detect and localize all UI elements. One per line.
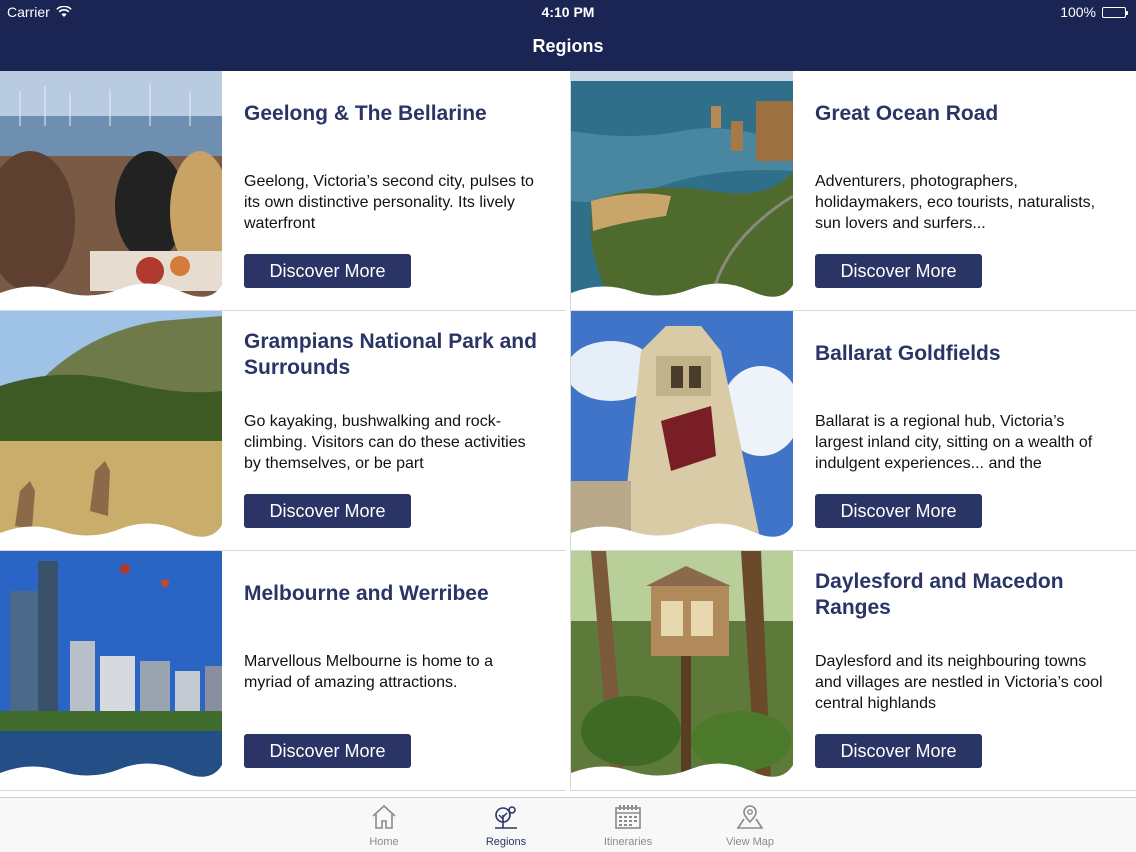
region-card-melbourne: Melbourne and Werribee Marvellous Melbou… xyxy=(0,551,566,791)
region-photo-ballarat xyxy=(571,311,793,543)
region-photo-geelong xyxy=(0,71,222,303)
map-pin-icon xyxy=(736,805,764,829)
region-photo-daylesford xyxy=(571,551,793,783)
battery-icon xyxy=(1102,6,1128,18)
battery-indicator: 100% xyxy=(1060,4,1128,20)
discover-more-button[interactable]: Discover More xyxy=(815,254,982,288)
region-description: Ballarat is a regional hub, Victoria’s l… xyxy=(815,413,1093,472)
region-description: Go kayaking, bushwalking and rock-climbi… xyxy=(244,413,526,472)
region-description: Geelong, Victoria’s second city, pulses … xyxy=(244,173,534,232)
region-photo-grampians xyxy=(0,311,222,543)
battery-percent: 100% xyxy=(1060,4,1096,20)
tab-bar: Home Regions Itineraries View Map xyxy=(0,797,1136,852)
discover-more-button[interactable]: Discover More xyxy=(244,494,411,528)
tab-label: Itineraries xyxy=(603,836,653,848)
region-description: Adventurers, photographers, holidaymaker… xyxy=(815,173,1096,232)
region-photo-great-ocean-road xyxy=(571,71,793,303)
top-bar: Carrier 4:10 PM 100% Regions xyxy=(0,0,1136,71)
tab-view-map[interactable]: View Map xyxy=(700,802,800,850)
page-title: Regions xyxy=(532,36,604,56)
discover-more-button[interactable]: Discover More xyxy=(244,734,411,768)
region-card-grampians: Grampians National Park and Surrounds Go… xyxy=(0,311,566,551)
tab-label: Home xyxy=(369,836,399,848)
discover-more-button[interactable]: Discover More xyxy=(815,734,982,768)
region-description: Daylesford and its neighbouring towns an… xyxy=(815,653,1103,712)
status-time: 4:10 PM xyxy=(541,4,595,20)
tab-label: Regions xyxy=(485,836,527,848)
region-card-geelong: Geelong & The Bellarine Geelong, Victori… xyxy=(0,71,566,311)
region-title: Geelong & The Bellarine xyxy=(244,102,487,125)
region-card-daylesford: Daylesford and Macedon Ranges Daylesford… xyxy=(570,551,1136,791)
home-icon xyxy=(372,804,396,829)
region-photo-melbourne xyxy=(0,551,222,783)
tab-home[interactable]: Home xyxy=(334,802,434,850)
regions-grid: Geelong & The Bellarine Geelong, Victori… xyxy=(0,71,1136,797)
status-bar: Carrier 4:10 PM 100% xyxy=(0,0,1136,24)
discover-more-button[interactable]: Discover More xyxy=(815,494,982,528)
region-card-ballarat: Ballarat Goldfields Ballarat is a region… xyxy=(570,311,1136,551)
region-title: Great Ocean Road xyxy=(815,102,999,125)
region-title: Ballarat Goldfields xyxy=(815,342,1001,365)
tree-icon xyxy=(495,806,517,829)
calendar-icon xyxy=(615,805,641,829)
tab-label: View Map xyxy=(725,836,775,848)
region-title: Daylesford and Macedon Ranges xyxy=(815,570,1064,619)
region-title: Grampians National Park and Surrounds xyxy=(244,330,537,379)
tab-itineraries[interactable]: Itineraries xyxy=(578,802,678,850)
discover-more-button[interactable]: Discover More xyxy=(244,254,411,288)
region-card-great-ocean-road: Great Ocean Road Adventurers, photograph… xyxy=(570,71,1136,311)
region-description: Marvellous Melbourne is home to a myriad… xyxy=(244,653,494,691)
region-title: Melbourne and Werribee xyxy=(244,582,489,605)
tab-regions[interactable]: Regions xyxy=(456,802,556,850)
